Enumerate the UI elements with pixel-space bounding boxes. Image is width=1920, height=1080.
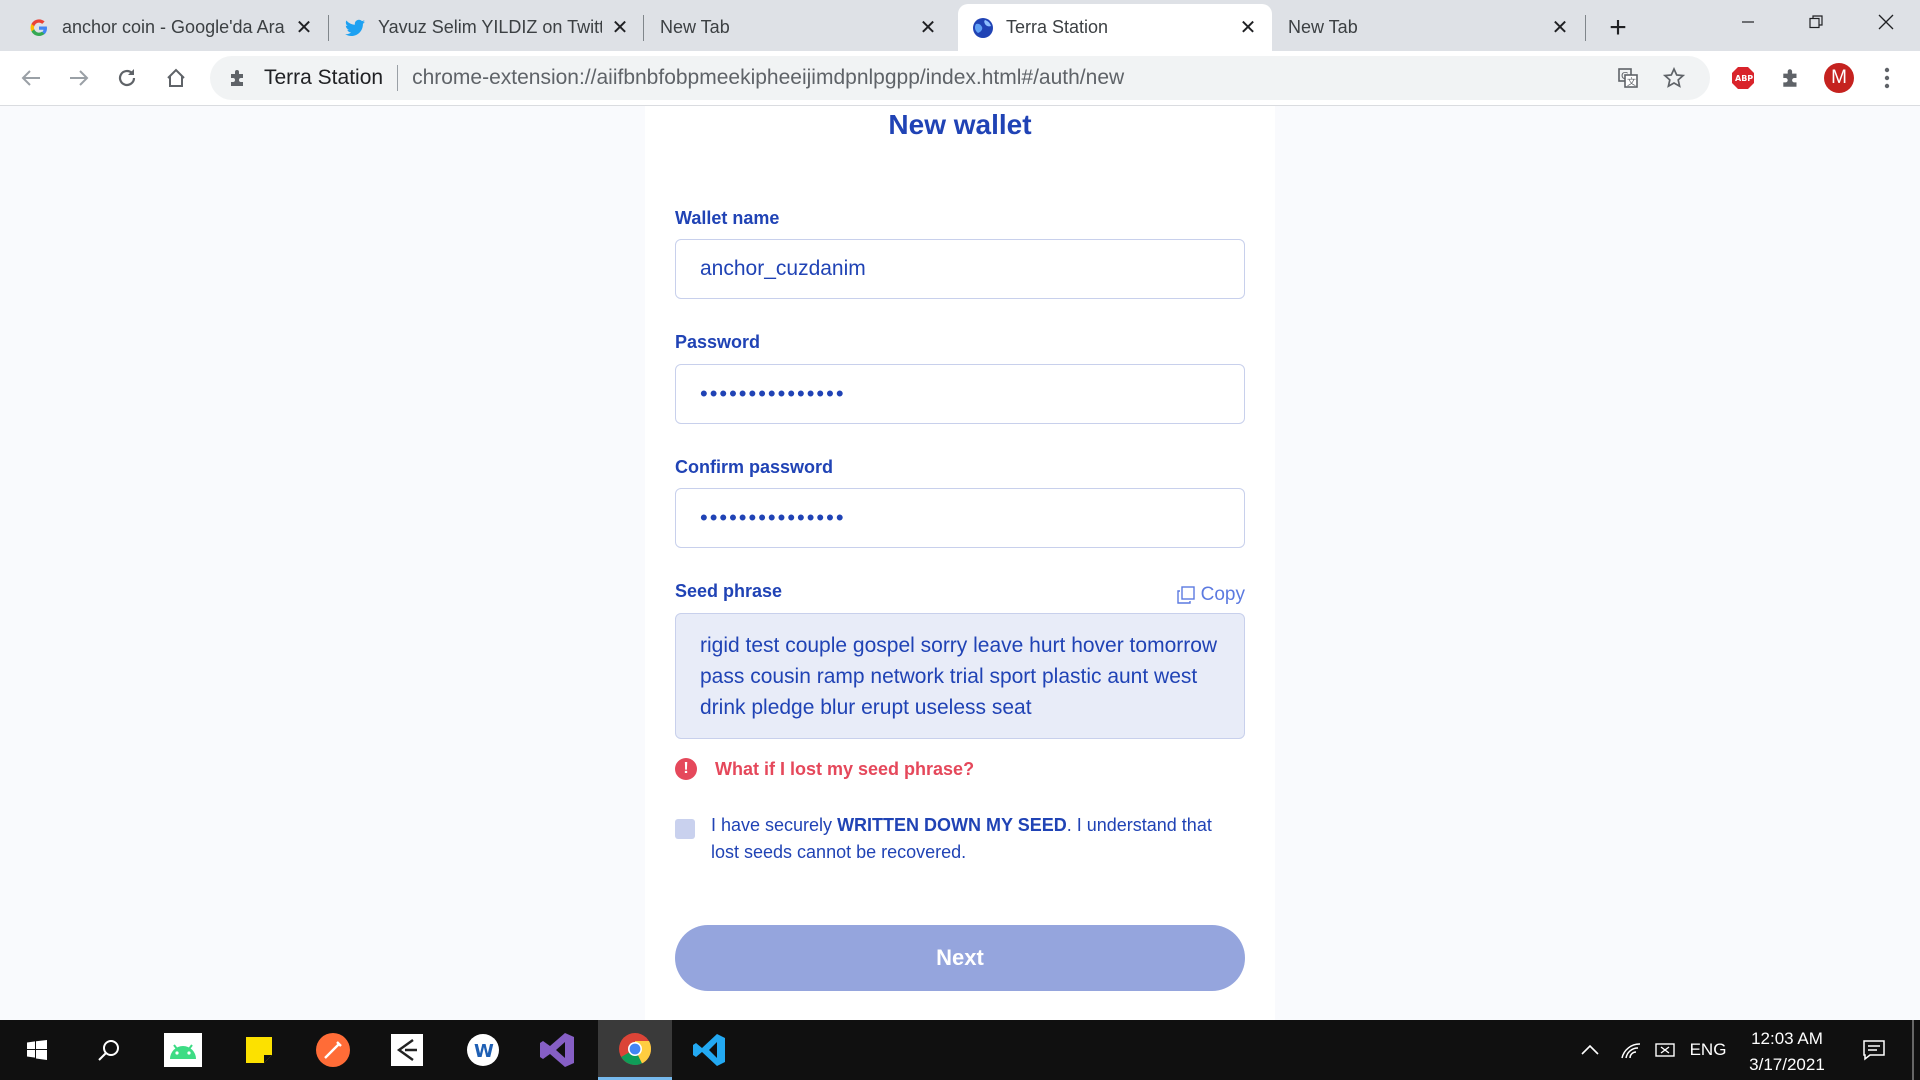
seed-phrase-label: Seed phrase	[675, 581, 783, 601]
chrome-icon[interactable]	[598, 1020, 672, 1080]
reload-icon[interactable]	[108, 59, 146, 97]
vscode-icon[interactable]	[672, 1020, 746, 1080]
svg-text:ABP: ABP	[1735, 74, 1753, 83]
restore-icon[interactable]	[1782, 0, 1850, 44]
seed-agreement[interactable]: I have securely WRITTEN DOWN MY SEED. I …	[675, 812, 1241, 866]
home-icon[interactable]	[157, 59, 195, 97]
show-desktop-button[interactable]	[1912, 1020, 1914, 1080]
tab-new-tab[interactable]: New Tab ✕	[646, 4, 952, 51]
visual-studio-icon[interactable]	[520, 1020, 594, 1080]
lost-seed-link[interactable]: ! What if I lost my seed phrase?	[675, 758, 974, 780]
wifi-icon[interactable]	[1616, 1020, 1646, 1080]
forward-icon[interactable]	[60, 59, 98, 97]
lost-seed-text: What if I lost my seed phrase?	[715, 758, 975, 779]
windows-start-icon[interactable]	[0, 1020, 74, 1080]
next-button[interactable]: Next	[675, 925, 1245, 991]
sticky-notes-icon[interactable]	[222, 1020, 296, 1080]
adblock-icon[interactable]: ABP	[1724, 59, 1762, 97]
twitter-icon	[344, 17, 366, 39]
url-text[interactable]: chrome-extension://aiifbnbfobpmeekipheei…	[412, 66, 1124, 90]
page-title: New wallet	[888, 109, 1032, 140]
copy-icon	[1176, 586, 1195, 604]
clock-time: 12:03 AM	[1751, 1029, 1823, 1048]
clock-date: 3/17/2021	[1749, 1055, 1825, 1074]
close-icon[interactable]: ✕	[918, 17, 938, 39]
postman-icon[interactable]	[296, 1020, 370, 1080]
battery-icon[interactable]	[1650, 1020, 1680, 1080]
back-icon[interactable]	[12, 59, 50, 97]
unity-icon[interactable]	[370, 1020, 444, 1080]
svg-text:文: 文	[1627, 76, 1636, 88]
divider	[397, 65, 399, 91]
confirm-password-value: •••••••••••••••	[700, 505, 846, 530]
notifications-icon[interactable]	[1854, 1020, 1894, 1080]
tab-separator	[1585, 15, 1586, 41]
translate-icon[interactable]: G文	[1610, 56, 1646, 100]
copy-label: Copy	[1200, 584, 1245, 605]
password-input[interactable]: •••••••••••••••	[675, 364, 1245, 424]
profile-avatar[interactable]: M	[1820, 59, 1858, 97]
site-name: Terra Station	[264, 66, 384, 89]
chevron-up-icon[interactable]	[1576, 1020, 1604, 1080]
seed-phrase-text: rigid test couple gospel sorry leave hur…	[700, 634, 1218, 719]
android-studio-icon[interactable]	[146, 1020, 220, 1080]
wallet-name-input[interactable]: anchor_cuzdanim	[675, 239, 1245, 299]
system-clock[interactable]: 12:03 AM 3/17/2021	[1732, 1026, 1842, 1078]
browser-toolbar: Terra Station chrome-extension://aiifbnb…	[0, 51, 1920, 106]
tab-title: anchor coin - Google'da Ara	[62, 17, 285, 37]
svg-text:W: W	[474, 1041, 494, 1062]
tab-google-search[interactable]: anchor coin - Google'da Ara ✕	[14, 4, 328, 51]
close-icon[interactable]: ✕	[610, 17, 630, 39]
search-icon[interactable]	[72, 1020, 146, 1080]
minimize-icon[interactable]	[1714, 0, 1782, 44]
tab-new-tab-2[interactable]: New Tab ✕	[1274, 4, 1584, 51]
password-value: •••••••••••••••	[700, 381, 846, 406]
writer-app-icon[interactable]: W	[446, 1020, 520, 1080]
extensions-icon[interactable]	[1772, 59, 1810, 97]
seed-phrase-textarea[interactable]: rigid test couple gospel sorry leave hur…	[675, 613, 1245, 739]
terra-icon	[972, 17, 994, 39]
tab-terra-station[interactable]: Terra Station ✕	[958, 4, 1272, 51]
alert-icon: !	[675, 758, 697, 780]
agreement-emphasis: WRITTEN DOWN MY SEED	[837, 815, 1067, 835]
tab-twitter[interactable]: Yavuz Selim YILDIZ on Twitter ✕	[330, 4, 644, 51]
language-indicator[interactable]: ENG	[1686, 1020, 1730, 1080]
copy-button[interactable]: Copy	[1176, 584, 1245, 606]
tab-title: Yavuz Selim YILDIZ on Twitter	[378, 17, 602, 37]
agreement-text: I have securely WRITTEN DOWN MY SEED. I …	[711, 812, 1241, 866]
bookmark-star-icon[interactable]	[1656, 56, 1692, 100]
tab-title: New Tab	[1288, 17, 1358, 37]
google-icon	[28, 17, 50, 39]
wallet-name-label: Wallet name	[675, 208, 780, 228]
address-bar[interactable]: Terra Station chrome-extension://aiifbnb…	[210, 56, 1710, 100]
menu-kebab-icon[interactable]	[1868, 59, 1906, 97]
close-window-icon[interactable]	[1852, 0, 1920, 44]
tab-strip: anchor coin - Google'da Ara ✕ Yavuz Seli…	[0, 0, 1920, 51]
password-label: Password	[675, 332, 761, 352]
confirm-password-label: Confirm password	[675, 457, 834, 477]
tab-separator	[643, 15, 644, 41]
tab-title: Terra Station	[1006, 17, 1109, 37]
close-icon[interactable]: ✕	[294, 17, 314, 39]
confirm-password-input[interactable]: •••••••••••••••	[675, 488, 1245, 548]
tab-separator	[328, 15, 329, 41]
avatar: M	[1824, 63, 1854, 93]
windows-taskbar: W ENG 12:03 AM 3/17/2021	[0, 1020, 1920, 1080]
close-icon[interactable]: ✕	[1550, 17, 1570, 39]
new-tab-button[interactable]: +	[1598, 11, 1638, 44]
tab-title: New Tab	[660, 17, 730, 37]
wallet-name-value: anchor_cuzdanim	[700, 257, 866, 280]
agreement-checkbox[interactable]	[675, 819, 695, 839]
extension-puzzle-icon	[226, 66, 250, 90]
agreement-prefix: I have securely	[711, 815, 838, 835]
close-icon[interactable]: ✕	[1238, 17, 1258, 39]
new-wallet-card: New wallet Wallet name anchor_cuzdanim P…	[645, 106, 1275, 1020]
